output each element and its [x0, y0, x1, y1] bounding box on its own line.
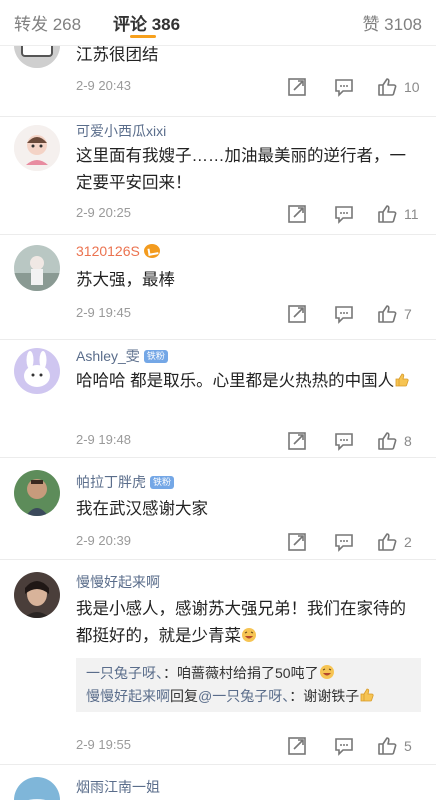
avatar[interactable] — [14, 470, 60, 516]
username-text[interactable]: Ashley_雯 — [76, 346, 140, 366]
share-icon[interactable] — [286, 735, 308, 757]
share-icon[interactable] — [286, 531, 308, 553]
comment-tab-bar: 转发 268 评论 386 赞 3108 — [0, 0, 436, 46]
username-text[interactable]: 慢慢好起来啊 — [76, 572, 160, 592]
active-tab-indicator — [130, 35, 156, 38]
comment-item: 可爱小西瓜xixi 这里面有我嫂子……加油最美丽的逆行者，一定要平安回来！ 2-… — [0, 117, 436, 235]
username-text[interactable]: 3120126S — [76, 243, 140, 259]
avatar[interactable] — [14, 125, 60, 171]
vip-crown-icon — [143, 244, 160, 258]
comment-time: 2-9 20:43 — [76, 78, 131, 93]
thumb-up-icon[interactable] — [376, 203, 398, 225]
comment-icon[interactable] — [333, 430, 355, 452]
share-icon[interactable] — [286, 203, 308, 225]
comment-icon[interactable] — [333, 735, 355, 757]
reply-username[interactable]: 一只兔子呀、 — [86, 665, 163, 681]
avatar[interactable] — [14, 777, 60, 800]
comment-item: Ashley_雯 铁粉 哈哈哈 都是取乐。心里都是火热热的中国人 2-9 19:… — [0, 340, 436, 458]
like-count: 8 — [404, 433, 412, 449]
reply-line: 一只兔子呀、：咱蔷薇村给捐了50吨了 — [86, 662, 411, 685]
comment-meta: 2-9 19:45 7 — [76, 303, 426, 325]
comment-username[interactable]: 慢慢好起来啊 — [76, 572, 160, 592]
comment-meta: 2-9 19:55 5 — [76, 735, 426, 757]
comment-text: 我是小感人，感谢苏大强兄弟！我们在家待的都挺好的，就是少青菜 — [76, 596, 421, 650]
avatar[interactable] — [14, 245, 60, 291]
like-count: 5 — [404, 738, 412, 754]
laughing-emoji-icon — [241, 625, 257, 642]
comment-text: 哈哈哈 都是取乐。心里都是火热热的中国人 — [76, 368, 421, 395]
comment-meta: 2-9 20:39 2 — [76, 531, 426, 553]
comment-item: 帕拉丁胖虎 铁粉 我在武汉感谢大家 2-9 20:39 2 — [0, 458, 436, 560]
tab-reposts[interactable]: 转发 268 — [14, 10, 81, 35]
reply-mention[interactable]: @一只兔子呀、 — [198, 688, 289, 704]
comment-text: 苏大强，最棒 — [76, 271, 175, 289]
thumb-up-icon[interactable] — [376, 531, 398, 553]
like-count: 11 — [404, 206, 419, 222]
reply-label: 回复 — [170, 688, 198, 704]
comment-time: 2-9 20:39 — [76, 533, 131, 548]
comment-icon[interactable] — [333, 76, 355, 98]
comment-meta: 2-9 20:43 10 — [76, 76, 426, 98]
comment-item: 慢慢好起来啊 我是小感人，感谢苏大强兄弟！我们在家待的都挺好的，就是少青菜 一只… — [0, 560, 436, 765]
comment-text: 江苏很团结 — [76, 46, 159, 64]
thumbs-up-emoji-icon — [359, 687, 375, 703]
like-count: 7 — [404, 306, 412, 322]
comment-text-content: 哈哈哈 都是取乐。心里都是火热热的中国人 — [76, 372, 395, 390]
share-icon[interactable] — [286, 303, 308, 325]
thumb-up-icon[interactable] — [376, 76, 398, 98]
laughing-emoji-icon — [319, 664, 335, 680]
comment-username[interactable]: 烟雨江南一姐 — [76, 777, 160, 797]
reply-thread[interactable]: 一只兔子呀、：咱蔷薇村给捐了50吨了 慢慢好起来啊回复@一只兔子呀、：谢谢铁子 — [76, 658, 421, 712]
reply-line: 慢慢好起来啊回复@一只兔子呀、：谢谢铁子 — [86, 685, 411, 708]
comment-meta: 2-9 19:48 8 — [76, 430, 426, 452]
tab-comments[interactable]: 评论 386 — [113, 10, 180, 35]
comment-time: 2-9 19:48 — [76, 432, 131, 447]
comment-icon[interactable] — [333, 531, 355, 553]
avatar[interactable] — [14, 572, 60, 618]
tab-likes[interactable]: 赞 3108 — [362, 10, 422, 35]
share-icon[interactable] — [286, 430, 308, 452]
comment-text: 这里面有我嫂子……加油最美丽的逆行者，一定要平安回来！ — [76, 147, 406, 192]
comment-icon[interactable] — [333, 203, 355, 225]
reply-username[interactable]: 慢慢好起来啊 — [86, 688, 170, 704]
username-text[interactable]: 烟雨江南一姐 — [76, 777, 160, 797]
comment-time: 2-9 20:25 — [76, 205, 131, 220]
reply-text: ：谢谢铁子 — [289, 688, 360, 704]
comment-meta: 2-9 20:25 11 — [76, 203, 426, 225]
like-count: 10 — [404, 79, 420, 95]
thumb-up-icon[interactable] — [376, 735, 398, 757]
share-icon[interactable] — [286, 76, 308, 98]
comment-time: 2-9 19:55 — [76, 737, 131, 752]
comment-feed: 江苏很团结 2-9 20:43 10 可爱小西瓜xixi 这里面有我嫂子……加油… — [0, 0, 436, 800]
fan-badge: 铁粉 — [150, 475, 175, 489]
username-text[interactable]: 可爱小西瓜xixi — [76, 121, 166, 141]
comment-time: 2-9 19:45 — [76, 305, 131, 320]
comment-username[interactable]: 3120126S — [76, 243, 160, 259]
fan-badge: 铁粉 — [143, 349, 168, 363]
reply-text: ：咱蔷薇村给捐了50吨了 — [163, 665, 319, 681]
thumb-up-icon[interactable] — [376, 303, 398, 325]
thumbs-up-emoji-icon — [394, 370, 410, 387]
comment-text: 我在武汉感谢大家 — [76, 500, 208, 518]
comment-item: 3120126S 苏大强，最棒 2-9 19:45 7 — [0, 235, 436, 340]
comment-username[interactable]: 可爱小西瓜xixi — [76, 121, 166, 141]
comment-item: 烟雨江南一姐 — [0, 765, 436, 800]
comment-icon[interactable] — [333, 303, 355, 325]
username-text[interactable]: 帕拉丁胖虎 — [76, 472, 146, 492]
comment-username[interactable]: 帕拉丁胖虎 铁粉 — [76, 472, 175, 492]
comment-username[interactable]: Ashley_雯 铁粉 — [76, 346, 168, 366]
like-count: 2 — [404, 534, 412, 550]
thumb-up-icon[interactable] — [376, 430, 398, 452]
avatar[interactable] — [14, 348, 60, 394]
